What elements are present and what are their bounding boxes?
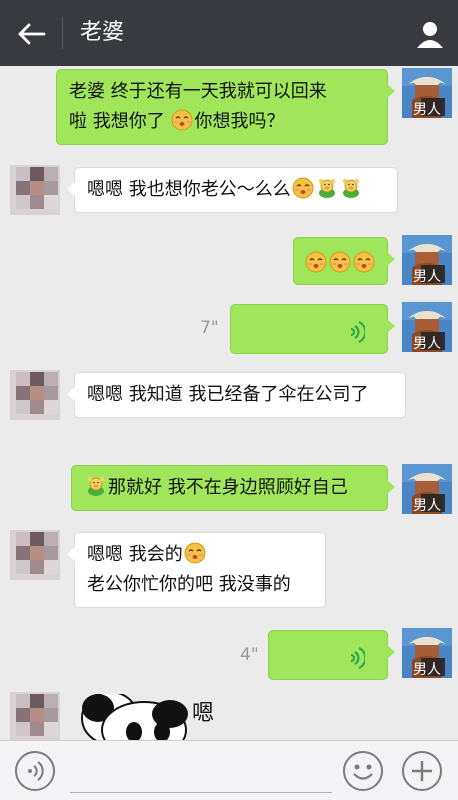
kiss-emoji-icon [305, 251, 327, 273]
arrow-left-icon [18, 23, 46, 45]
voice-duration: 7" [200, 318, 219, 338]
message-bubble-received[interactable]: 嗯嗯 我会的 老公你忙你的吧 我没事的 [67, 532, 326, 608]
plus-icon [412, 761, 432, 781]
voice-wave-icon [349, 646, 365, 670]
svg-text:嗯: 嗯 [192, 701, 214, 726]
avatar-me[interactable]: 男人 [402, 302, 452, 352]
emoji-button[interactable] [343, 751, 383, 791]
chat-title: 老婆 [80, 20, 125, 45]
kiss-emoji-icon [292, 177, 314, 199]
pig-emoji-icon [318, 178, 336, 199]
avatar-her[interactable] [10, 370, 60, 420]
message-bubble-received[interactable]: 嗯嗯 我知道 我已经备了伞在公司了 [67, 372, 406, 418]
person-icon [417, 22, 443, 48]
pig-emoji-icon [87, 476, 105, 497]
kiss-emoji-icon [353, 251, 375, 273]
voice-wave-icon [28, 761, 44, 781]
message-bubble-sent[interactable]: 老婆 终于还有一天我就可以回来 啦 我想你了 你想我吗？ [56, 69, 395, 145]
contact-info-button[interactable] [414, 18, 446, 50]
voice-duration: 4" [240, 645, 259, 665]
message-text: 嗯嗯 我知道 我已经备了伞在公司了 [87, 384, 369, 405]
message-text: 你想我吗？ [194, 111, 285, 132]
avatar-me[interactable]: 男人 [402, 235, 452, 285]
avatar-her[interactable] [10, 692, 60, 742]
svg-text:男人: 男人 [413, 102, 441, 118]
voice-message-bubble[interactable] [268, 630, 395, 680]
kiss-emoji-icon [184, 542, 206, 564]
svg-text:男人: 男人 [413, 336, 441, 352]
sticker-message[interactable]: 嗯 [74, 694, 234, 740]
voice-input-toggle[interactable] [15, 751, 55, 791]
pig-emoji-icon [342, 178, 360, 199]
message-text: 嗯嗯 我会的 [87, 544, 183, 565]
avatar-her[interactable] [10, 165, 60, 215]
message-bubble-sent[interactable] [293, 237, 395, 285]
title-separator [62, 17, 63, 49]
avatar-me[interactable]: 男人 [402, 628, 452, 678]
svg-text:男人: 男人 [413, 269, 441, 285]
back-button[interactable] [14, 19, 48, 49]
message-text: 老公你忙你的吧 我没事的 [87, 574, 291, 595]
message-bubble-sent[interactable]: 那就好 我不在身边照顾好自己 [71, 465, 395, 511]
svg-text:男人: 男人 [413, 662, 441, 678]
message-text: 啦 我想你了 [69, 111, 165, 132]
chat-header: 老婆 [0, 0, 458, 66]
message-bubble-received[interactable]: 嗯嗯 我也想你老公～么么 [67, 167, 398, 213]
message-input[interactable] [70, 749, 332, 793]
input-bar [0, 740, 458, 800]
avatar-me[interactable]: 男人 [402, 464, 452, 514]
kiss-emoji-icon [329, 251, 351, 273]
avatar-me[interactable]: 男人 [402, 68, 452, 118]
smiley-icon [353, 764, 373, 780]
message-text: 那就好 我不在身边照顾好自己 [108, 477, 348, 498]
panda-sticker-icon: 嗯 [81, 694, 214, 740]
message-text: 老婆 终于还有一天我就可以回来 [69, 81, 327, 102]
more-options-button[interactable] [402, 751, 442, 791]
message-text: 嗯嗯 我也想你老公～么么 [87, 179, 291, 200]
kiss-emoji-icon [171, 109, 194, 131]
voice-wave-icon [349, 320, 365, 344]
svg-text:男人: 男人 [413, 498, 441, 514]
voice-message-bubble[interactable] [230, 304, 395, 354]
avatar-her[interactable] [10, 530, 60, 580]
